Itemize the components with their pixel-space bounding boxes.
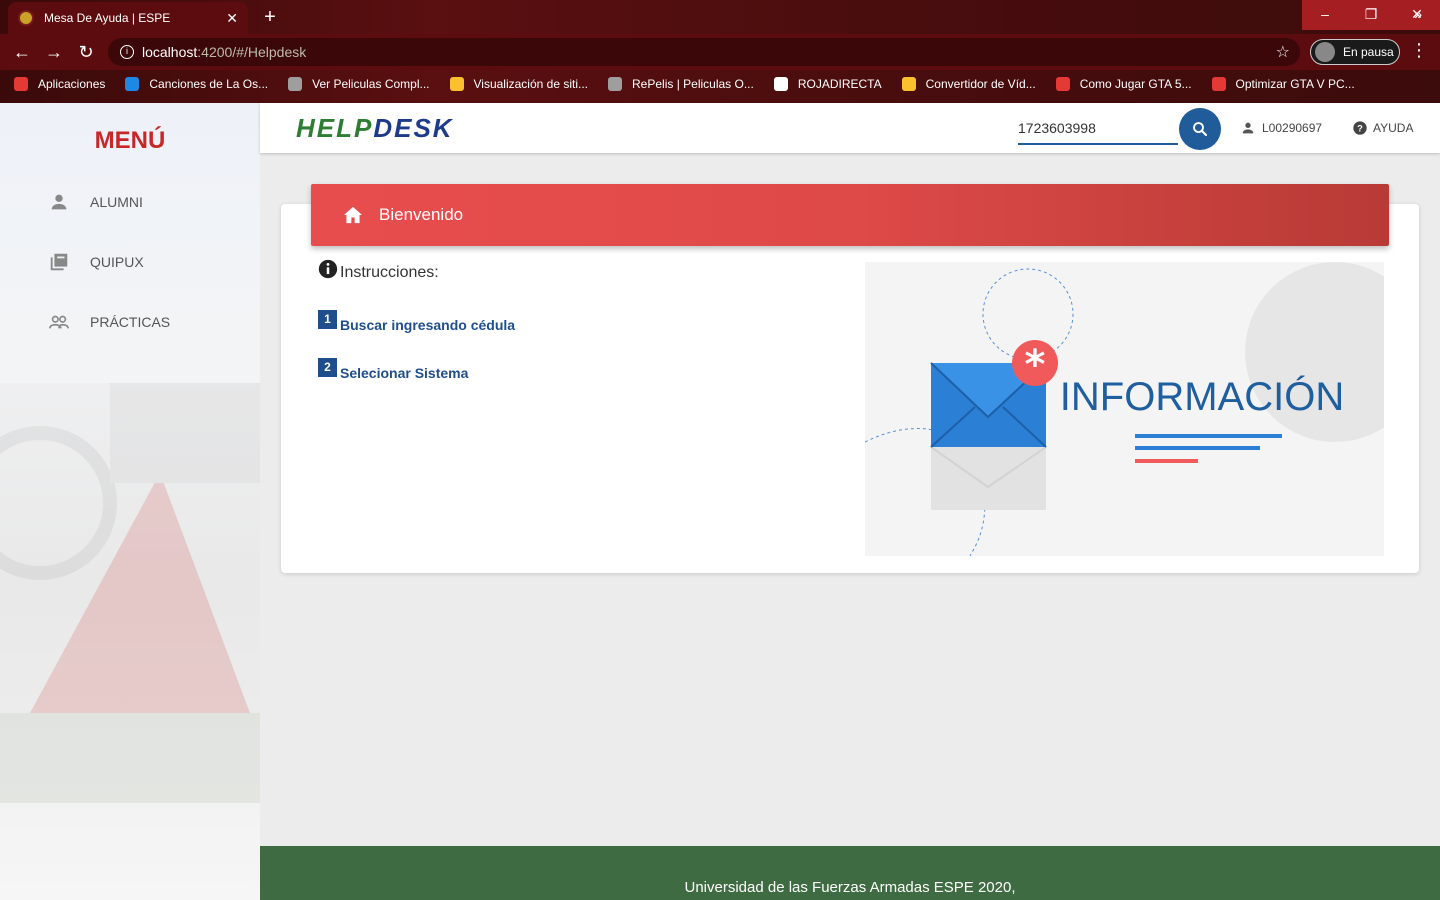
close-tab-icon[interactable]: ✕ (226, 10, 238, 27)
tab-title: Mesa De Ayuda | ESPE (44, 11, 171, 25)
step-label: Buscar ingresando cédula (340, 317, 516, 333)
bookmark-favicon-icon (288, 77, 303, 91)
envelope-illustration: * INFORMACIÓN (865, 262, 1384, 556)
bookmark-favicon-icon (125, 77, 140, 91)
bookmark-label: Canciones de La Os... (149, 77, 269, 91)
search-icon (1193, 122, 1208, 137)
user-account-link[interactable]: L00290697 (1240, 120, 1322, 136)
bookmark-label: Optimizar GTA V PC... (1235, 77, 1355, 91)
minimize-window-button[interactable]: – (1302, 0, 1348, 30)
sidebar-item-label: QUIPUX (90, 254, 144, 270)
search-input[interactable] (1018, 115, 1178, 141)
bookmark-favicon-icon (773, 77, 788, 91)
profile-button[interactable]: En pausa (1310, 39, 1400, 65)
info-icon (318, 259, 338, 279)
person-icon (51, 194, 67, 210)
bookmark-item[interactable]: RePelis | Peliculas O... (608, 77, 754, 91)
search-field-wrapper (1018, 115, 1178, 145)
welcome-banner: Bienvenido (311, 184, 1389, 246)
bookmark-favicon-icon (1211, 77, 1226, 91)
new-tab-button[interactable]: + (258, 6, 282, 30)
url-path: :4200/#/Helpdesk (197, 44, 307, 60)
bookmark-favicon-icon (1055, 77, 1070, 91)
search-button[interactable] (1179, 108, 1221, 150)
help-label: AYUDA (1373, 121, 1414, 135)
bookmark-label: Aplicaciones (38, 77, 106, 91)
sidebar-item-label: PRÁCTICAS (90, 314, 171, 330)
bookmark-item[interactable]: Convertidor de Víd... (901, 77, 1036, 91)
tab-strip: Mesa De Ayuda | ESPE ✕ + – ❐ ✕ (0, 0, 1440, 34)
sidebar-item-quipux[interactable]: QUIPUX (48, 247, 248, 277)
browser-tab[interactable]: Mesa De Ayuda | ESPE ✕ (8, 2, 248, 34)
bookmark-item[interactable]: Optimizar GTA V PC... (1211, 77, 1355, 91)
step-1: 1 Buscar ingresando cédula (318, 310, 515, 333)
svg-text:*: * (1025, 342, 1046, 388)
helpdesk-logo[interactable]: HELPDESK (296, 113, 454, 144)
bookmark-label: ROJADIRECTA (797, 77, 882, 91)
restore-window-button[interactable]: ❐ (1348, 0, 1394, 30)
bookmark-label: Convertidor de Víd... (925, 77, 1036, 91)
bookmark-favicon-icon (608, 77, 623, 91)
person-icon (1242, 122, 1254, 134)
bookmark-label: Ver Peliculas Compl... (312, 77, 430, 91)
forward-button[interactable]: → (42, 40, 66, 64)
bookmark-star-icon[interactable]: ☆ (1276, 42, 1290, 62)
espe-favicon-icon (18, 10, 34, 26)
step-label: Selecionar Sistema (340, 365, 469, 381)
sidebar-item-label: ALUMNI (90, 194, 143, 210)
help-link[interactable]: ? AYUDA (1352, 120, 1413, 136)
user-id: L00290697 (1262, 121, 1323, 135)
people-icon (49, 315, 69, 329)
bookmark-label: RePelis | Peliculas O... (632, 77, 754, 91)
bookmark-item[interactable]: Como Jugar GTA 5... (1055, 77, 1192, 91)
bookmark-favicon-icon (901, 77, 916, 91)
bookmark-item[interactable]: Ver Peliculas Compl... (288, 77, 430, 91)
information-illustration: * INFORMACIÓN (865, 262, 1384, 556)
step-number-badge: 2 (318, 358, 337, 377)
url-host: localhost (142, 44, 198, 60)
bookmark-item[interactable]: Aplicaciones (14, 77, 105, 91)
bookmark-item[interactable]: Canciones de La Os... (125, 77, 268, 91)
illustration-heading: INFORMACIÓN (1060, 374, 1344, 419)
step-2: 2 Selecionar Sistema (318, 358, 468, 381)
sidebar-item-alumni[interactable]: ALUMNI (48, 187, 248, 217)
instructions-heading: Instrucciones: (318, 259, 439, 282)
app-header: HELPDESK L00290697 ? AYUDA (260, 103, 1440, 153)
more-bookmarks-icon[interactable]: » (1414, 6, 1422, 22)
library-icon (50, 253, 68, 271)
profile-label: En pausa (1343, 45, 1394, 59)
footer: Universidad de las Fuerzas Armadas ESPE … (260, 846, 1440, 900)
sidebar-item-practicas[interactable]: PRÁCTICAS (48, 307, 248, 337)
home-icon (344, 206, 362, 224)
browser-menu-icon[interactable]: ⋮ (1410, 40, 1428, 61)
sidebar: MENÚ ALUMNI QUIPUX PRÁCTICAS (0, 103, 260, 900)
bookmark-label: Visualización de siti... (473, 77, 589, 91)
avatar (1315, 42, 1335, 62)
campus-background-image (0, 383, 260, 803)
menu-title: MENÚ (94, 127, 166, 154)
reload-button[interactable]: ↻ (74, 40, 98, 64)
svg-text:?: ? (1357, 123, 1363, 133)
bookmark-label: Como Jugar GTA 5... (1079, 77, 1192, 91)
footer-text: Universidad de las Fuerzas Armadas ESPE … (684, 879, 1016, 896)
browser-toolbar: ← → ↻ i localhost:4200/#/Helpdesk ☆ En p… (0, 34, 1440, 70)
banner-title: Bienvenido (379, 205, 464, 224)
address-bar[interactable]: i localhost:4200/#/Helpdesk ☆ (108, 38, 1300, 66)
bookmark-favicon-icon (449, 77, 464, 91)
bookmarks-bar: Aplicaciones Canciones de La Os... Ver Pel… (0, 70, 1440, 98)
bookmark-item[interactable]: ROJADIRECTA (773, 77, 882, 91)
bookmark-item[interactable]: Visualización de siti... (449, 77, 589, 91)
site-info-icon[interactable]: i (120, 45, 134, 59)
back-button[interactable]: ← (10, 40, 34, 64)
step-number-badge: 1 (318, 310, 337, 329)
bookmark-favicon-icon (14, 77, 28, 91)
help-icon: ? (1353, 121, 1367, 135)
browser-chrome: Mesa De Ayuda | ESPE ✕ + – ❐ ✕ ← → ↻ i l… (0, 0, 1440, 103)
